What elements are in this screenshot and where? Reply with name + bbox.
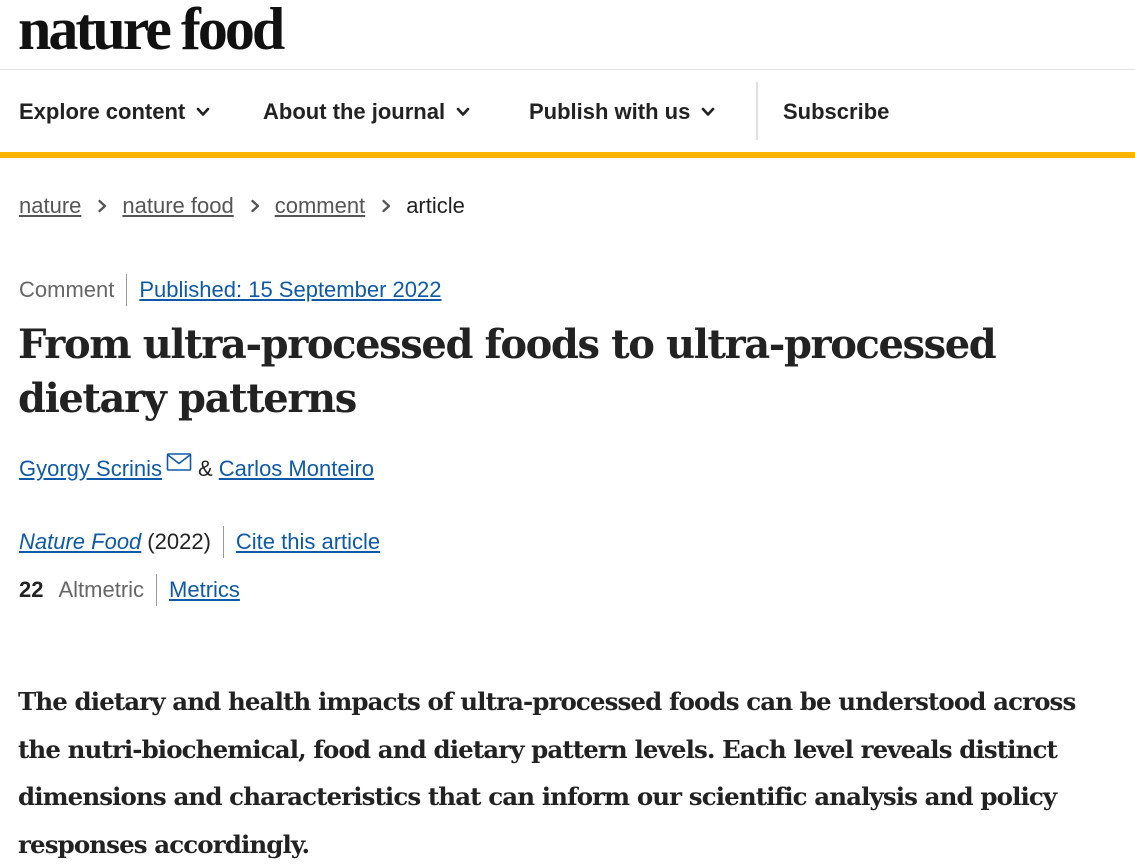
breadcrumb-link-nature[interactable]: nature (19, 193, 81, 219)
breadcrumb-current: article (406, 193, 465, 218)
article-type: Comment (19, 277, 115, 302)
chevron-down-icon (702, 107, 715, 116)
chevron-down-icon (456, 107, 470, 116)
author-link-gyorgy-scrinis[interactable]: Gyorgy Scrinis (19, 456, 162, 482)
metrics-link[interactable]: Metrics (169, 577, 240, 603)
breadcrumb: nature nature food comment article (19, 188, 465, 224)
chevron-right-icon (251, 199, 259, 213)
nav-subscribe[interactable]: Subscribe (783, 70, 889, 154)
citation-row: Nature Food (2022) Cite this article (19, 524, 380, 560)
publication-year: (2022) (147, 529, 211, 554)
nav-item-label: Subscribe (783, 99, 890, 124)
altmetric-label: Altmetric (58, 577, 145, 602)
article-standfirst: The dietary and health impacts of ultra-… (18, 687, 1076, 859)
author-list: Gyorgy Scrinis & Carlos Monteiro (19, 453, 374, 482)
breadcrumb-link-nature-food[interactable]: nature food (122, 193, 233, 219)
breadcrumb-link-comment[interactable]: comment (275, 193, 365, 219)
article-type-row: Comment Published: 15 September 2022 (19, 272, 441, 308)
nav-item-label: Explore content (19, 99, 186, 124)
metrics-row: 22 Altmetric Metrics (19, 572, 240, 608)
meta-divider (222, 526, 224, 558)
published-date-link[interactable]: Published: 15 September 2022 (139, 277, 441, 303)
nav-item-label: About the journal (263, 99, 446, 124)
main-navigation: Explore content About the journal Publis… (0, 70, 1135, 154)
altmetric-score: 22 (19, 577, 44, 602)
meta-divider (156, 574, 158, 606)
meta-divider (126, 274, 128, 306)
article-title: From ultra-processed foods to ultra-proc… (18, 321, 997, 422)
nav-about-the-journal[interactable]: About the journal (263, 70, 470, 154)
site-logo[interactable]: nature food (18, 0, 285, 64)
chevron-down-icon (196, 107, 210, 116)
journal-link[interactable]: Nature Food (19, 529, 141, 555)
chevron-right-icon (98, 199, 107, 213)
author-link-carlos-monteiro[interactable]: Carlos Monteiro (219, 456, 374, 482)
chevron-right-icon (382, 199, 391, 213)
author-joiner: & (198, 456, 213, 481)
nav-publish-with-us[interactable]: Publish with us (529, 70, 715, 154)
nav-explore-content[interactable]: Explore content (19, 70, 210, 154)
cite-article-link[interactable]: Cite this article (236, 529, 380, 555)
nav-item-label: Publish with us (529, 99, 691, 124)
envelope-icon[interactable] (166, 452, 192, 472)
nav-accent-rule (0, 152, 1135, 158)
masthead: nature food (0, 0, 1135, 70)
nav-divider (756, 82, 758, 140)
